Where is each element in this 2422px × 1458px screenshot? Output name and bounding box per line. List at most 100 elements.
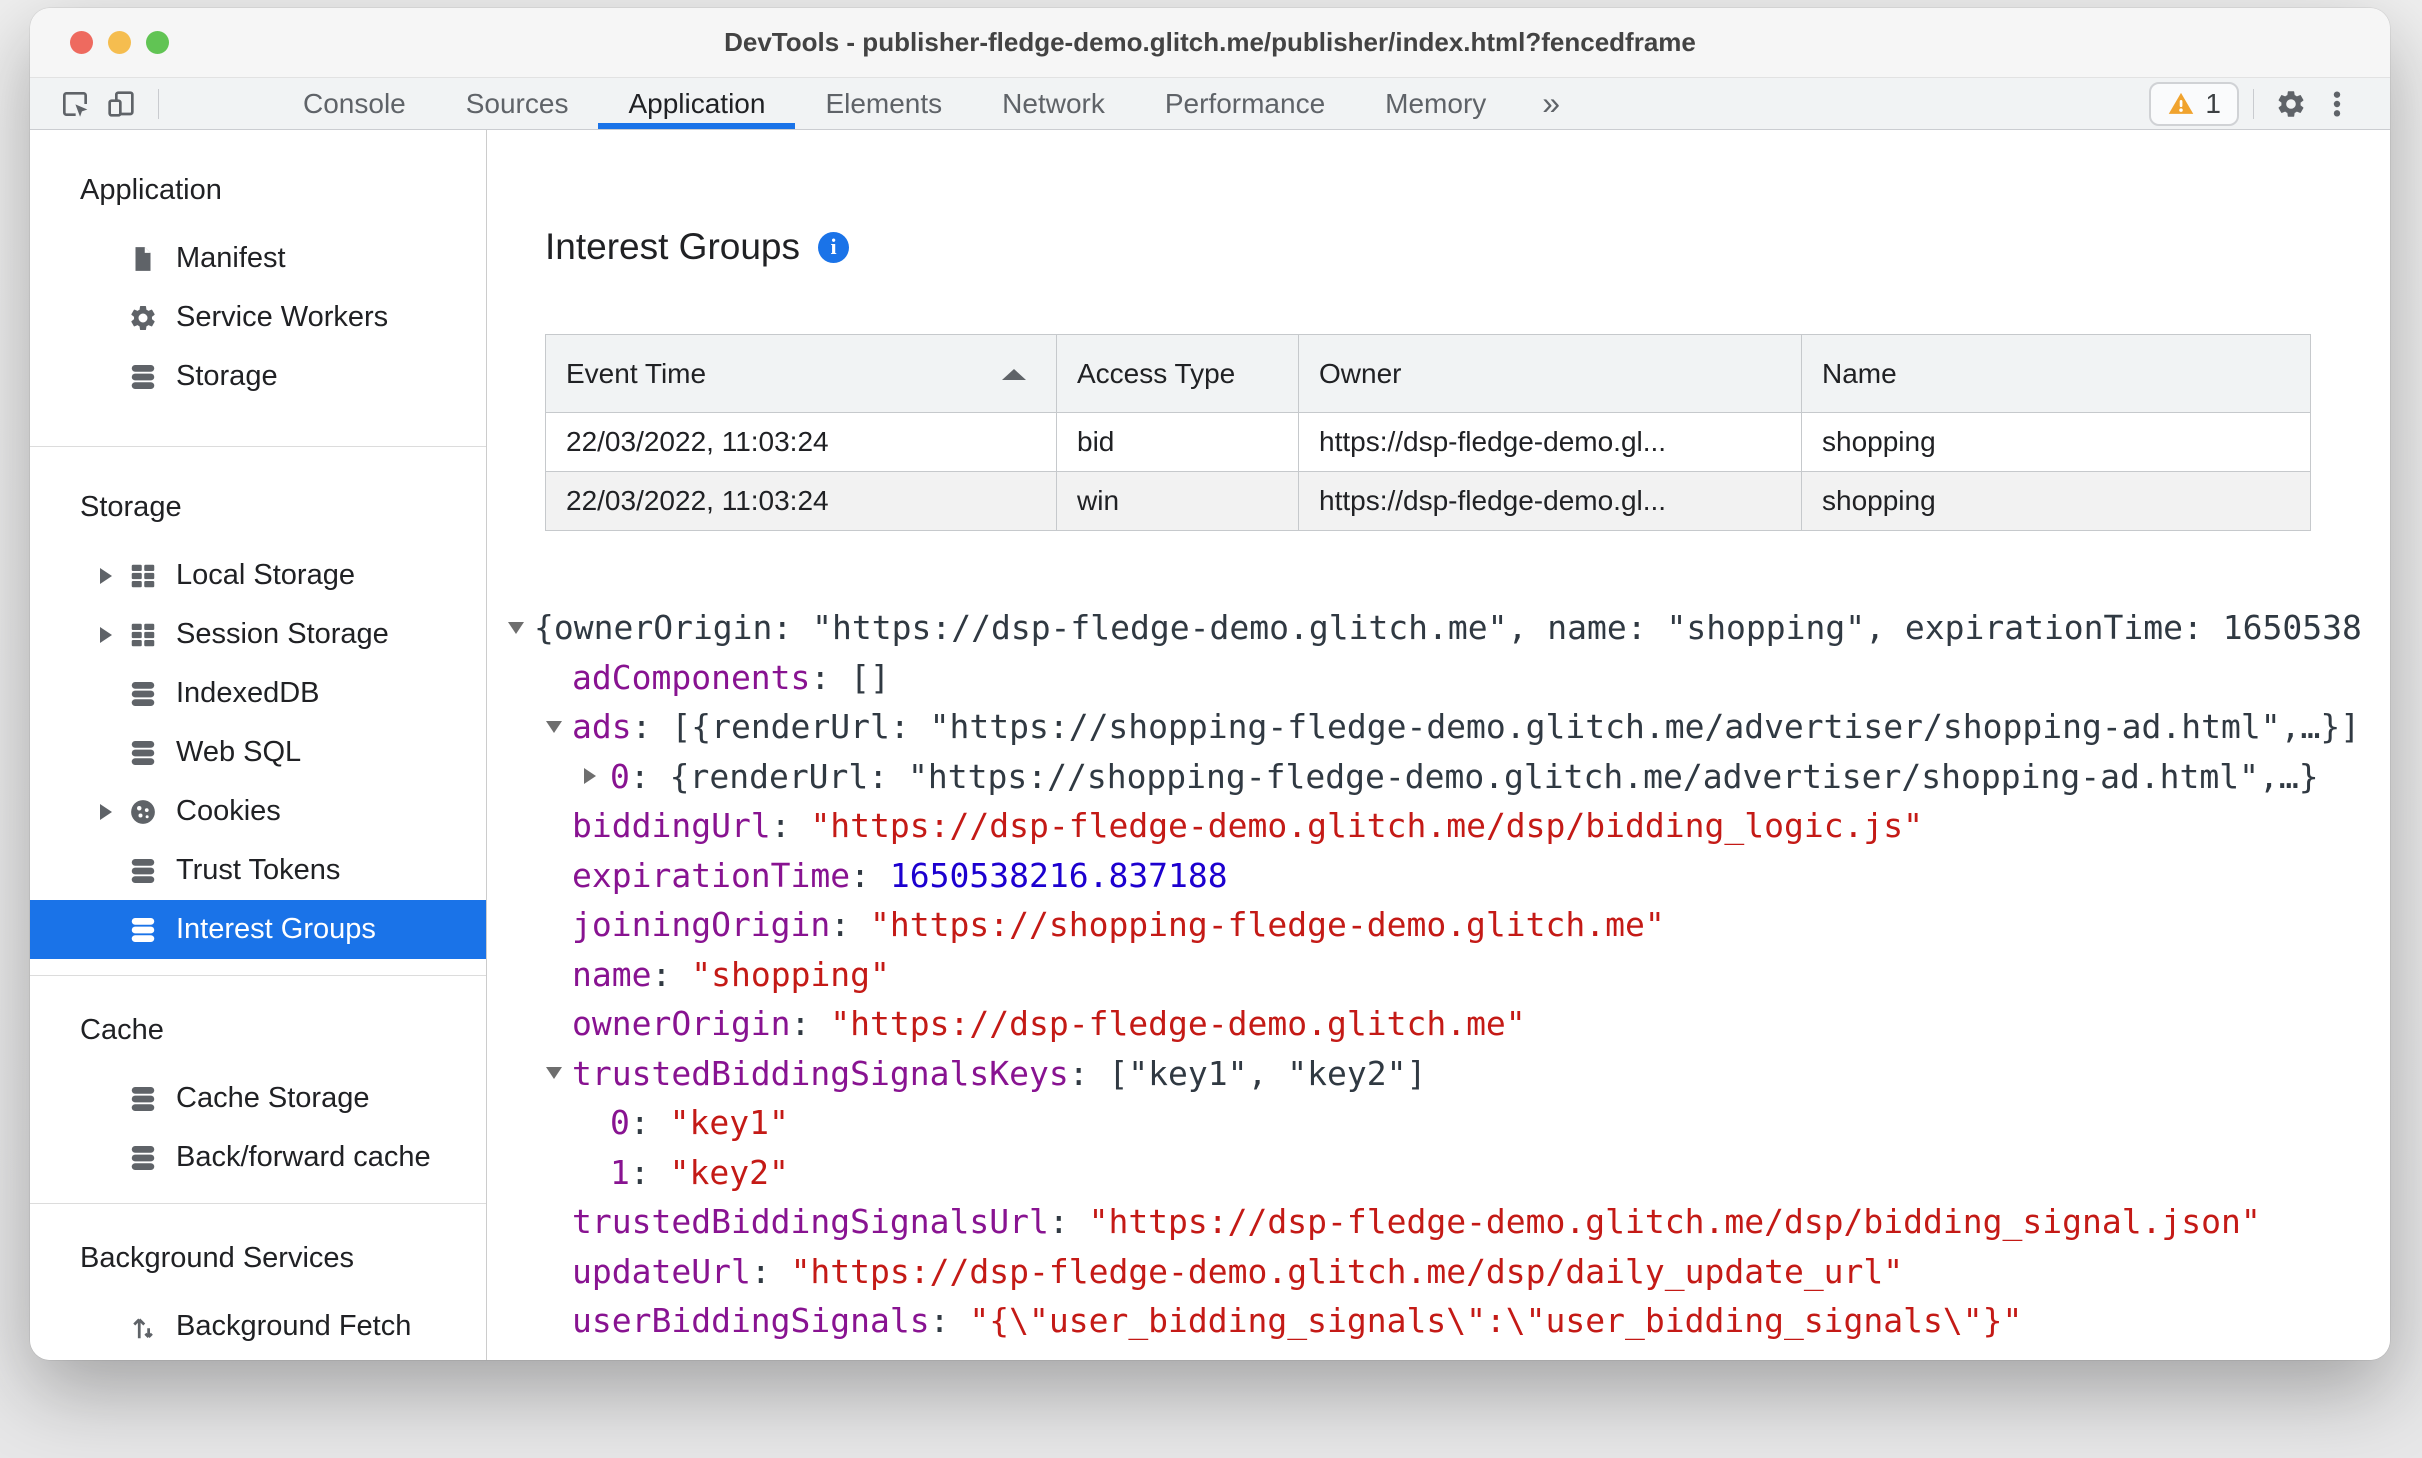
column-header-event-time[interactable]: Event Time bbox=[545, 334, 1057, 413]
tree-plain: : {renderUrl: "https://shopping-fledge-d… bbox=[629, 756, 2319, 796]
tree-row[interactable]: {ownerOrigin: "https://dsp-fledge-demo.g… bbox=[487, 603, 2390, 653]
close-window-button[interactable] bbox=[70, 31, 93, 54]
more-tabs-icon[interactable]: » bbox=[1516, 85, 1586, 122]
database-icon bbox=[126, 1141, 160, 1175]
table-cell: 22/03/2022, 11:03:24 bbox=[545, 412, 1057, 472]
info-icon[interactable]: i bbox=[818, 231, 850, 263]
tab-console[interactable]: Console bbox=[273, 78, 436, 129]
sidebar-item-cookies[interactable]: Cookies bbox=[30, 782, 486, 841]
tree-number: 1650538216.837188 bbox=[889, 855, 1228, 895]
tree-key: updateUrl bbox=[572, 1251, 751, 1291]
sidebar-item-indexeddb[interactable]: IndexedDB bbox=[30, 664, 486, 723]
tree-string: "shopping" bbox=[691, 954, 890, 994]
tree-row[interactable]: ads: [{renderUrl: "https://shopping-fled… bbox=[487, 702, 2390, 752]
column-header-access-type[interactable]: Access Type bbox=[1056, 334, 1299, 413]
tree-key: ownerOrigin bbox=[572, 1004, 791, 1044]
tree-plain: : bbox=[629, 1103, 670, 1143]
tab-application[interactable]: Application bbox=[598, 78, 795, 129]
issues-badge[interactable]: 1 bbox=[2149, 81, 2239, 126]
sidebar-item-label: Interest Groups bbox=[176, 913, 376, 945]
expand-triangle-icon[interactable] bbox=[584, 768, 610, 784]
tab-performance[interactable]: Performance bbox=[1135, 78, 1355, 129]
tree-key: userBiddingSignals bbox=[572, 1301, 930, 1341]
tree-plain: : bbox=[770, 806, 811, 846]
expand-triangle-icon[interactable] bbox=[100, 626, 126, 643]
tree-row[interactable]: joiningOrigin: "https://shopping-fledge-… bbox=[487, 900, 2390, 950]
sidebar-item-session-storage[interactable]: Session Storage bbox=[30, 605, 486, 664]
expand-triangle-icon[interactable] bbox=[100, 803, 126, 820]
toolbar-separator bbox=[158, 88, 159, 119]
sidebar-item-cache-storage[interactable]: Cache Storage bbox=[30, 1069, 486, 1128]
tree-key: trustedBiddingSignalsUrl bbox=[572, 1202, 1049, 1242]
sidebar-item-background-fetch[interactable]: Background Fetch bbox=[30, 1297, 486, 1356]
tree-key: 0 bbox=[610, 1103, 630, 1143]
database-icon bbox=[126, 360, 160, 394]
window-controls bbox=[70, 8, 169, 77]
sidebar-item-service-workers[interactable]: Service Workers bbox=[30, 288, 486, 347]
sidebar-item-manifest[interactable]: Manifest bbox=[30, 229, 486, 288]
tree-row[interactable]: name: "shopping" bbox=[487, 950, 2390, 1000]
more-options-icon[interactable] bbox=[2314, 81, 2360, 127]
tree-row[interactable]: ownerOrigin: "https://dsp-fledge-demo.gl… bbox=[487, 999, 2390, 1049]
tree-row[interactable]: trustedBiddingSignalsKeys: ["key1", "key… bbox=[487, 1049, 2390, 1099]
sidebar-section-title: Background Services bbox=[80, 1242, 355, 1274]
database-icon bbox=[126, 736, 160, 770]
table-icon bbox=[126, 618, 160, 652]
table-cell: shopping bbox=[1801, 471, 2311, 531]
tree-key: biddingUrl bbox=[572, 806, 771, 846]
gear-icon bbox=[126, 301, 160, 335]
column-header-owner[interactable]: Owner bbox=[1298, 334, 1802, 413]
sidebar-item-back-forward-cache[interactable]: Back/forward cache bbox=[30, 1128, 486, 1187]
settings-gear-icon[interactable] bbox=[2268, 81, 2314, 127]
table-row[interactable]: 22/03/2022, 11:03:24 bid https://dsp-fledg… bbox=[545, 412, 2311, 472]
tab-sources[interactable]: Sources bbox=[436, 78, 599, 129]
fullscreen-window-button[interactable] bbox=[146, 31, 169, 54]
expand-triangle-icon[interactable] bbox=[100, 567, 126, 584]
sidebar-section-cache: Cache Cache Storage Back/forward cache bbox=[30, 976, 486, 1204]
interest-groups-table: Event Time Access Type Owner Name 22/03/2022… bbox=[545, 334, 2311, 531]
sidebar-item-local-storage[interactable]: Local Storage bbox=[30, 546, 486, 605]
tree-row[interactable]: 0: "key1" bbox=[487, 1098, 2390, 1148]
tab-elements[interactable]: Elements bbox=[795, 78, 972, 129]
sidebar-item-label: Manifest bbox=[176, 242, 286, 274]
inspect-element-icon[interactable] bbox=[52, 81, 98, 127]
table-cell: shopping bbox=[1801, 412, 2311, 472]
table-row[interactable]: 22/03/2022, 11:03:24 win https://dsp-fledg… bbox=[545, 471, 2311, 531]
tree-row[interactable]: biddingUrl: "https://dsp-fledge-demo.gli… bbox=[487, 801, 2390, 851]
tree-string: "{\"user_bidding_signals\":\"user_biddin… bbox=[969, 1301, 2023, 1341]
minimize-window-button[interactable] bbox=[108, 31, 131, 54]
sidebar-item-label: Cache Storage bbox=[176, 1082, 370, 1114]
issues-count: 1 bbox=[2205, 87, 2221, 119]
sort-ascending-icon[interactable] bbox=[1002, 368, 1026, 380]
tree-string: "key2" bbox=[669, 1152, 789, 1192]
tree-row[interactable]: userBiddingSignals: "{\"user_bidding_sig… bbox=[487, 1296, 2390, 1346]
tree-row[interactable]: 1: "key2" bbox=[487, 1148, 2390, 1198]
sidebar-item-trust-tokens[interactable]: Trust Tokens bbox=[30, 841, 486, 900]
collapse-triangle-icon[interactable] bbox=[508, 622, 534, 634]
tree-row[interactable]: expirationTime: 1650538216.837188 bbox=[487, 851, 2390, 901]
tree-string: "https://dsp-fledge-demo.glitch.me" bbox=[830, 1004, 1526, 1044]
collapse-triangle-icon[interactable] bbox=[546, 1067, 572, 1079]
tree-row[interactable]: adComponents: [] bbox=[487, 653, 2390, 703]
devtools-toolbar: Console Sources Application Elements Network… bbox=[30, 78, 2390, 130]
sidebar-section-storage: Storage Local Storage Session Storage Index… bbox=[30, 447, 486, 976]
sidebar-item-storage[interactable]: Storage bbox=[30, 347, 486, 406]
tree-plain: : bbox=[629, 1152, 670, 1192]
sidebar-item-web-sql[interactable]: Web SQL bbox=[30, 723, 486, 782]
tree-row[interactable]: trustedBiddingSignalsUrl: "https://dsp-f… bbox=[487, 1197, 2390, 1247]
tab-memory[interactable]: Memory bbox=[1355, 78, 1516, 129]
sidebar-item-label: Background Fetch bbox=[176, 1310, 412, 1342]
column-header-name[interactable]: Name bbox=[1801, 334, 2311, 413]
sidebar-item-interest-groups[interactable]: Interest Groups bbox=[30, 900, 486, 959]
device-toolbar-icon[interactable] bbox=[98, 81, 144, 127]
collapse-triangle-icon[interactable] bbox=[546, 721, 572, 733]
fetch-icon bbox=[126, 1310, 160, 1344]
tab-network[interactable]: Network bbox=[972, 78, 1135, 129]
tree-plain: : bbox=[790, 1004, 831, 1044]
table-cell: win bbox=[1056, 471, 1299, 531]
tree-row[interactable]: updateUrl: "https://dsp-fledge-demo.glit… bbox=[487, 1247, 2390, 1297]
window-title: DevTools - publisher-fledge-demo.glitch.… bbox=[724, 27, 1696, 57]
sidebar-section-background-services: Background Services Background Fetch bbox=[30, 1204, 486, 1360]
sidebar-item-label: IndexedDB bbox=[176, 677, 320, 709]
tree-row[interactable]: 0: {renderUrl: "https://shopping-fledge-… bbox=[487, 752, 2390, 802]
